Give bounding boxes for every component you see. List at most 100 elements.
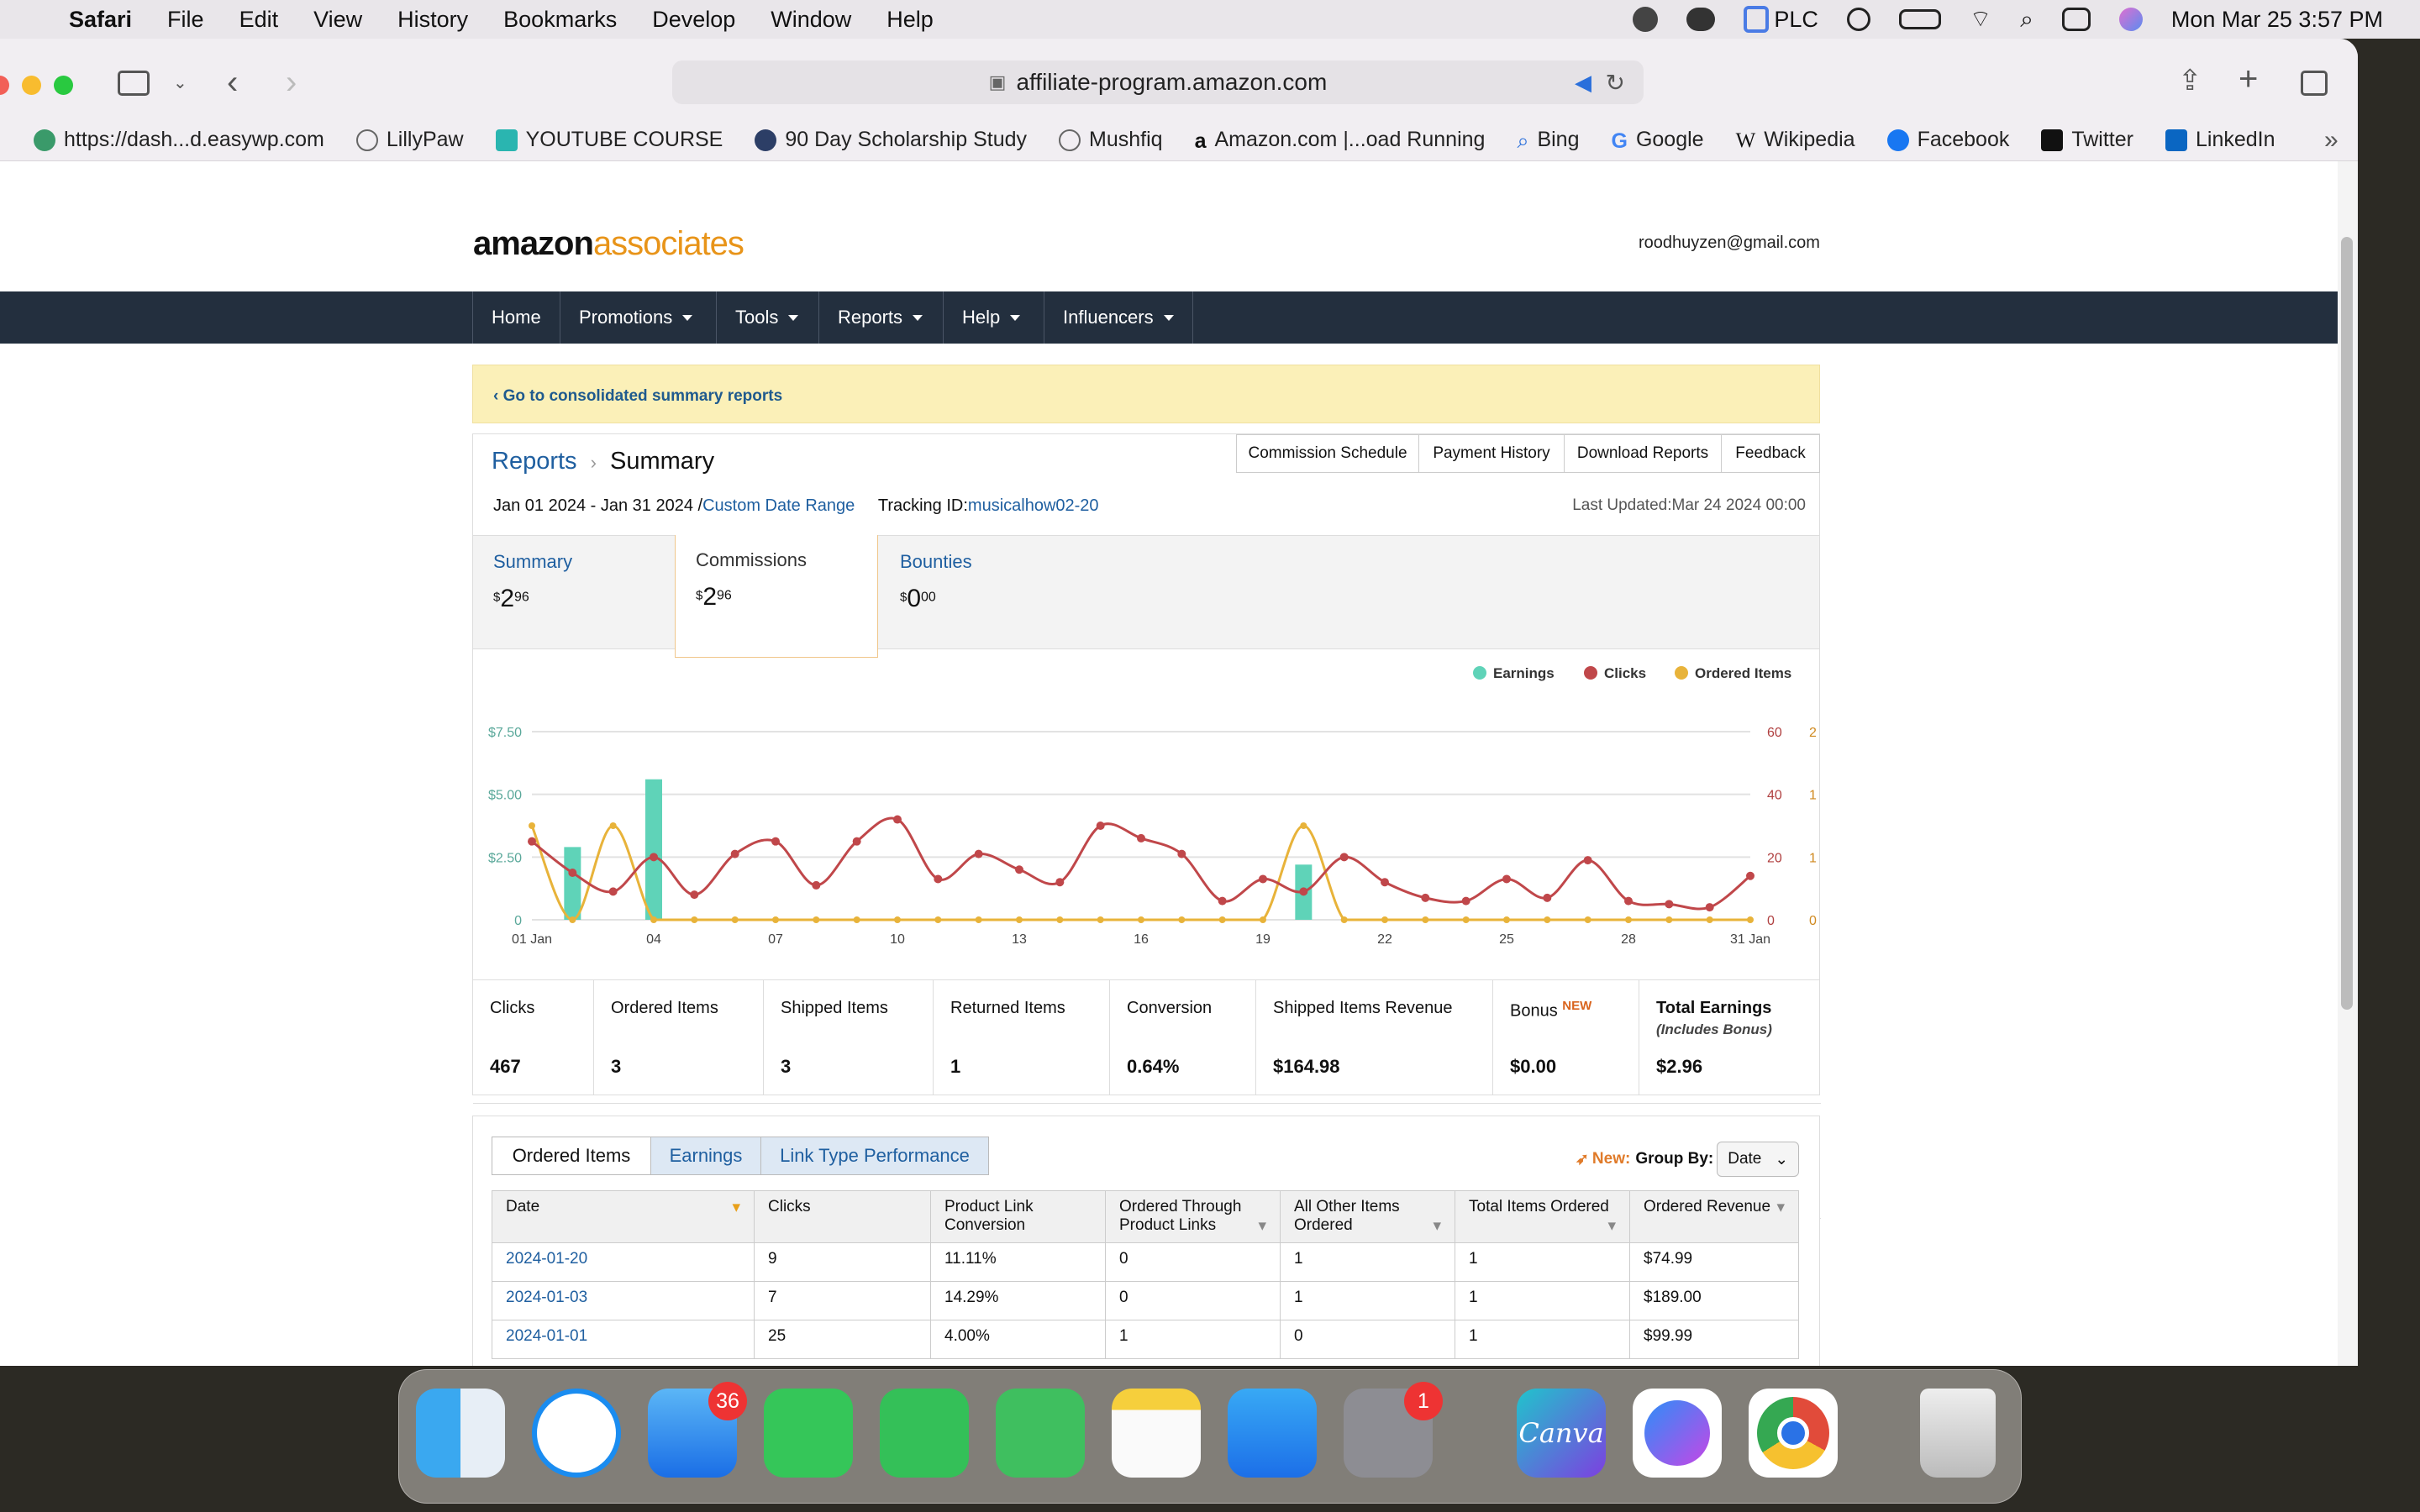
y-tick-items: 1	[1809, 851, 1817, 865]
table-cell[interactable]: 2024-01-20	[492, 1242, 755, 1282]
bookmark-amazon[interactable]: a Amazon.com |...oad Running	[1195, 128, 1486, 153]
table-cell: $99.99	[1629, 1320, 1799, 1359]
scrollbar-thumb[interactable]	[2341, 237, 2353, 1010]
tab-commissions[interactable]: Commissions $296	[675, 535, 878, 658]
menu-file[interactable]: File	[167, 7, 204, 33]
play-icon[interactable]	[1846, 8, 1870, 31]
col-ordered-through-links[interactable]: Ordered Through Product Links ▾	[1105, 1190, 1281, 1243]
tab-summary[interactable]: Summary $296	[493, 551, 572, 613]
bookmark-label: Bing	[1537, 128, 1580, 151]
plc-label[interactable]: PLC	[1774, 7, 1818, 33]
bookmark-facebook[interactable]: Facebook	[1886, 128, 2009, 152]
find-my-icon[interactable]	[996, 1389, 1085, 1478]
bookmark-mushfiq[interactable]: Mushfiq	[1059, 128, 1163, 152]
control-center-icon[interactable]	[2061, 8, 2091, 31]
more-bookmarks-icon[interactable]: »	[2324, 126, 2338, 155]
search-icon[interactable]: ⌕	[2020, 6, 2033, 34]
back-icon[interactable]: ‹	[227, 64, 238, 102]
menu-history[interactable]: History	[397, 7, 468, 33]
trash-icon[interactable]	[1920, 1389, 1996, 1478]
canva-icon[interactable]: Canva	[1517, 1389, 1606, 1478]
feedback-button[interactable]: Feedback	[1721, 434, 1820, 473]
tab-overview-icon[interactable]	[2301, 71, 2328, 96]
commission-schedule-button[interactable]: Commission Schedule	[1236, 434, 1419, 473]
status-app-icon[interactable]	[1633, 7, 1659, 32]
speaker-icon[interactable]: ◀	[1575, 70, 1591, 96]
bookmark-bing[interactable]: ⌕ Bing	[1517, 128, 1580, 153]
facetime-icon[interactable]	[880, 1389, 969, 1478]
grammarly-icon[interactable]	[1744, 6, 1770, 33]
download-reports-button[interactable]: Download Reports	[1564, 434, 1722, 473]
bookmark-youtube-course[interactable]: YOUTUBE COURSE	[495, 128, 723, 152]
bookmark-easywp[interactable]: https://dash...d.easywp.com	[34, 128, 324, 152]
menu-edit[interactable]: Edit	[239, 7, 279, 33]
share-icon[interactable]: ⇪	[2178, 64, 2202, 97]
breadcrumb-reports[interactable]: Reports	[492, 448, 577, 475]
clicks-point	[730, 849, 739, 858]
system-settings-icon[interactable]: 1	[1344, 1382, 1443, 1478]
sidebar-toggle-icon[interactable]	[118, 71, 150, 96]
bookmark-google[interactable]: G Google	[1612, 128, 1704, 153]
bookmark-twitter[interactable]: Twitter	[2041, 128, 2133, 152]
nav-influencers[interactable]: Influencers	[1044, 291, 1193, 344]
messages-icon[interactable]	[764, 1389, 853, 1478]
forward-icon[interactable]: ›	[286, 64, 297, 102]
chrome-icon[interactable]	[1749, 1389, 1838, 1478]
menu-app-name[interactable]: Safari	[69, 7, 132, 33]
clicks-point	[650, 853, 658, 862]
menu-window[interactable]: Window	[771, 7, 851, 33]
finder-icon[interactable]	[416, 1389, 505, 1478]
tab-bounties[interactable]: Bounties $000	[900, 551, 972, 613]
chevron-down-icon[interactable]: ⌄	[173, 72, 187, 93]
col-ordered-revenue[interactable]: Ordered Revenue ▾	[1629, 1190, 1799, 1243]
tab-ordered-items[interactable]: Ordered Items	[492, 1137, 651, 1175]
new-tab-icon[interactable]: +	[2238, 60, 2258, 98]
creative-cloud-icon[interactable]	[1686, 8, 1716, 31]
tab-earnings[interactable]: Earnings	[650, 1137, 761, 1175]
menu-view[interactable]: View	[313, 7, 362, 33]
col-product-link-conversion[interactable]: Product Link Conversion	[930, 1190, 1106, 1243]
consolidated-summary-link[interactable]: ‹ Go to consolidated summary reports	[472, 365, 1820, 423]
bookmark-linkedin[interactable]: LinkedIn	[2165, 128, 2275, 152]
close-window-button[interactable]	[0, 76, 9, 95]
tracking-id-link[interactable]: musicalhow02-20	[968, 496, 1099, 515]
nav-home[interactable]: Home	[472, 291, 560, 344]
col-clicks[interactable]: Clicks	[754, 1190, 931, 1243]
ordered-items-table: Date ▾ Clicks Product Link Conversion Ord…	[492, 1190, 1799, 1359]
address-bar[interactable]: ▣ affiliate-program.amazon.com ◀ ↻	[672, 60, 1644, 104]
nav-help[interactable]: Help	[943, 291, 1039, 344]
battery-icon[interactable]	[1898, 9, 1941, 29]
col-date[interactable]: Date ▾	[492, 1190, 755, 1243]
mail-icon[interactable]: 36	[648, 1382, 747, 1478]
menu-bookmarks[interactable]: Bookmarks	[503, 7, 617, 33]
wifi-icon[interactable]: ⌔	[1970, 5, 1991, 34]
bookmark-lillypaw[interactable]: LillyPaw	[355, 128, 464, 152]
account-email[interactable]: roodhuyzen@gmail.com	[1639, 234, 1820, 253]
notes-icon[interactable]	[1112, 1389, 1201, 1478]
reload-icon[interactable]: ↻	[1606, 69, 1625, 97]
col-all-other-items[interactable]: All Other Items Ordered ▾	[1280, 1190, 1455, 1243]
clock[interactable]: Mon Mar 25 3:57 PM	[2171, 7, 2383, 33]
amazon-associates-logo[interactable]: amazonassociates	[473, 225, 744, 263]
table-cell[interactable]: 2024-01-03	[492, 1281, 755, 1320]
tab-label: Commissions	[696, 549, 808, 570]
col-total-items[interactable]: Total Items Ordered ▾	[1455, 1190, 1630, 1243]
nav-reports[interactable]: Reports	[818, 291, 941, 344]
siri-icon[interactable]	[2118, 8, 2143, 31]
menu-develop[interactable]: Develop	[652, 7, 735, 33]
table-cell[interactable]: 2024-01-01	[492, 1320, 755, 1359]
payment-history-button[interactable]: Payment History	[1418, 434, 1565, 473]
nav-promotions[interactable]: Promotions	[560, 291, 711, 344]
tab-link-type-performance[interactable]: Link Type Performance	[760, 1137, 989, 1175]
app-store-icon[interactable]	[1228, 1389, 1317, 1478]
menu-help[interactable]: Help	[886, 7, 934, 33]
zoom-window-button[interactable]	[54, 76, 73, 95]
nav-tools[interactable]: Tools	[716, 291, 817, 344]
minimize-window-button[interactable]	[22, 76, 41, 95]
custom-date-range-link[interactable]: Custom Date Range	[702, 496, 855, 515]
group-by-select[interactable]: Date ⌄	[1717, 1142, 1800, 1177]
bookmark-wikipedia[interactable]: W Wikipedia	[1736, 128, 1855, 152]
bookmark-scholarship[interactable]: 90 Day Scholarship Study	[755, 128, 1027, 152]
messenger-icon[interactable]	[1633, 1389, 1722, 1478]
safari-icon[interactable]	[532, 1389, 621, 1478]
